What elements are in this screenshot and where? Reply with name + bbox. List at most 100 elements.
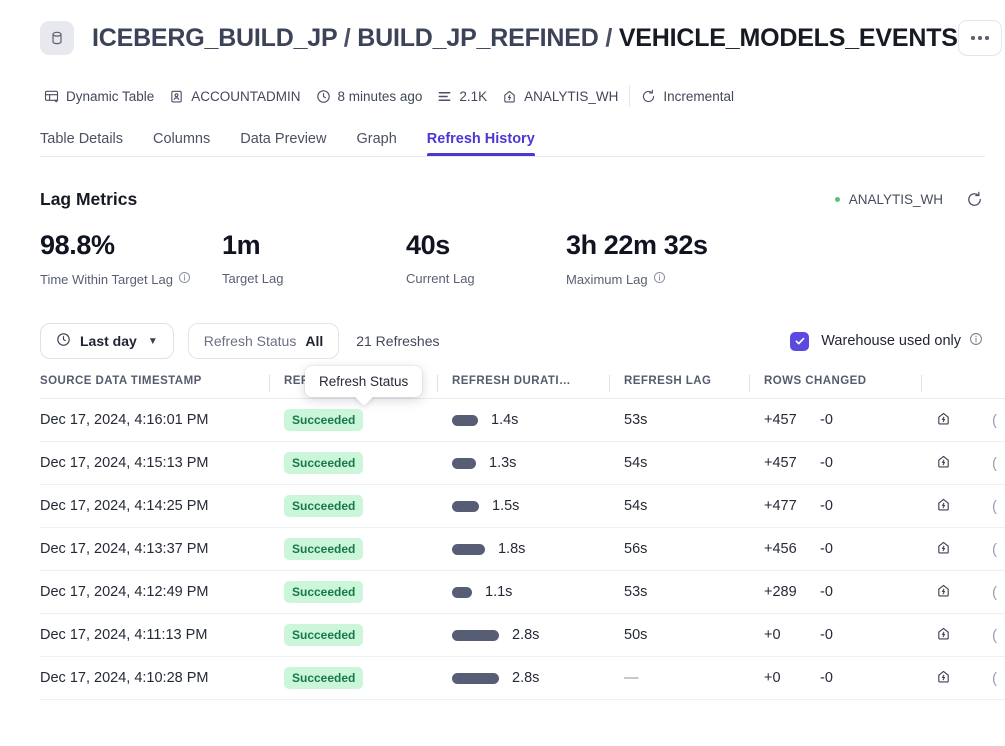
rows-removed: -0	[820, 584, 833, 600]
cell-warehouse-icon	[936, 570, 992, 614]
warehouse-icon	[936, 627, 951, 645]
rows-added: +289	[764, 584, 797, 600]
refresh-status-tooltip: Refresh Status	[305, 366, 423, 397]
rows-removed: -0	[820, 541, 833, 557]
metric-label: Current Lag	[406, 271, 566, 286]
refresh-icon[interactable]	[966, 191, 983, 208]
duration-value: 1.4s	[491, 412, 519, 428]
cell-refresh-lag: 56s	[624, 527, 764, 571]
column-header-label: REFRESH LAG	[624, 375, 712, 387]
column-header-rows-changed[interactable]: ROWS CHANGED	[764, 375, 936, 399]
refresh-status-filter-label: Refresh Status	[203, 333, 297, 349]
table-row[interactable]: Dec 17, 2024, 4:15:13 PM Succeeded 1.3s 54s…	[40, 441, 1005, 485]
metric-label-text: Maximum Lag	[566, 271, 648, 287]
rows-added: +457	[764, 412, 797, 428]
refresh-status-filter[interactable]: Refresh Status All	[187, 323, 340, 359]
tab-columns[interactable]: Columns	[153, 131, 210, 156]
cell-refresh-lag: —	[624, 656, 764, 700]
column-header-overflow[interactable]	[992, 375, 1005, 399]
chip-row-count: 2.1K	[433, 84, 498, 109]
status-badge: Succeeded	[284, 495, 364, 517]
column-divider	[921, 375, 922, 392]
cell-overflow: (	[992, 527, 1005, 571]
cell-refresh-lag: 54s	[624, 484, 764, 528]
rows-removed: -0	[820, 412, 833, 428]
status-badge: Succeeded	[284, 409, 364, 431]
table-row[interactable]: Dec 17, 2024, 4:16:01 PM Succeeded 1.4s 53s…	[40, 398, 1005, 442]
role-badge-icon	[169, 89, 184, 104]
duration-value: 1.8s	[498, 541, 526, 557]
metric-label: Maximum Lag	[566, 271, 708, 287]
table-row[interactable]: Dec 17, 2024, 4:12:49 PM Succeeded 1.1s 53s…	[40, 570, 1005, 614]
kebab-dot	[985, 36, 989, 40]
cell-timestamp: Dec 17, 2024, 4:15:13 PM	[40, 441, 284, 485]
info-icon[interactable]	[178, 271, 191, 287]
table-row[interactable]: Dec 17, 2024, 4:13:37 PM Succeeded 1.8s 56s…	[40, 527, 1005, 571]
rows-added: +0	[764, 627, 781, 643]
table-row[interactable]: Dec 17, 2024, 4:14:25 PM Succeeded 1.5s 54s…	[40, 484, 1005, 528]
tab-table-details[interactable]: Table Details	[40, 131, 123, 156]
table-row[interactable]: Dec 17, 2024, 4:11:13 PM Succeeded 2.8s 50s…	[40, 613, 1005, 657]
column-header-label: ROWS CHANGED	[764, 375, 867, 387]
duration-value: 2.8s	[512, 627, 540, 643]
cell-duration: 2.8s	[452, 613, 624, 657]
duration-value: 1.5s	[492, 498, 520, 514]
chip-label: Dynamic Table	[66, 88, 155, 104]
cell-duration: 1.1s	[452, 570, 624, 614]
metric-label-text: Current Lag	[406, 271, 475, 286]
warehouse-icon	[936, 412, 951, 430]
tab-graph[interactable]: Graph	[356, 131, 396, 156]
column-divider	[437, 375, 438, 392]
cell-overflow: (	[992, 484, 1005, 528]
cell-timestamp: Dec 17, 2024, 4:12:49 PM	[40, 570, 284, 614]
rows-added: +456	[764, 541, 797, 557]
cell-status: Succeeded	[284, 441, 452, 485]
cell-status: Succeeded	[284, 613, 452, 657]
time-range-label: Last day	[80, 333, 137, 349]
chip-label: 2.1K	[459, 88, 488, 104]
cell-warehouse-icon	[936, 484, 992, 528]
column-divider	[749, 375, 750, 392]
lag-metrics-header: Lag Metrics ANALYTIS_WH	[0, 189, 1005, 210]
dynamic-table-icon	[44, 89, 59, 104]
tab-label: Data Preview	[240, 131, 327, 147]
chip-dynamic-table: Dynamic Table	[40, 84, 165, 109]
table-row[interactable]: Dec 17, 2024, 4:10:28 PM Succeeded 2.8s — +0…	[40, 656, 1005, 700]
cell-overflow: (	[992, 613, 1005, 657]
info-icon[interactable]	[969, 332, 983, 350]
breadcrumb-separator-1: /	[598, 23, 619, 52]
metadata-chips: Dynamic Table ACCOUNTADMIN 8 minutes ago	[0, 76, 1005, 116]
kebab-dot	[971, 36, 975, 40]
column-header-refresh-duration[interactable]: REFRESH DURATI…	[452, 375, 624, 399]
column-header-warehouse[interactable]	[936, 375, 992, 399]
metric-label: Target Lag	[222, 271, 406, 286]
metric-maximum-lag: 3h 22m 32s Maximum Lag	[566, 230, 708, 287]
chip-role: ACCOUNTADMIN	[165, 84, 311, 109]
info-icon[interactable]	[653, 271, 666, 287]
metric-target-lag: 1m Target Lag	[222, 230, 406, 287]
time-range-button[interactable]: Last day ▼	[40, 323, 174, 359]
cell-warehouse-icon	[936, 398, 992, 442]
cell-rows-changed: +289 -0	[764, 570, 936, 614]
column-header-source-data-timestamp[interactable]: SOURCE DATA TIMESTAMP	[40, 375, 284, 399]
cell-overflow: (	[992, 570, 1005, 614]
rows-added: +477	[764, 498, 797, 514]
more-actions-button[interactable]	[957, 20, 1002, 56]
cell-warehouse-icon	[936, 656, 992, 700]
warehouse-icon	[936, 498, 951, 516]
table-body: Dec 17, 2024, 4:16:01 PM Succeeded 1.4s 53s…	[40, 398, 1005, 700]
status-badge: Succeeded	[284, 624, 364, 646]
status-badge: Succeeded	[284, 538, 364, 560]
column-header-refresh-lag[interactable]: REFRESH LAG	[624, 375, 764, 399]
cell-timestamp: Dec 17, 2024, 4:13:37 PM	[40, 527, 284, 571]
database-icon	[40, 21, 74, 55]
metric-label-text: Time Within Target Lag	[40, 271, 173, 287]
cell-refresh-lag: 53s	[624, 398, 764, 442]
cell-warehouse-icon	[936, 613, 992, 657]
warehouse-used-only-checkbox[interactable]	[790, 331, 810, 351]
rows-removed: -0	[820, 627, 833, 643]
cell-refresh-lag: 50s	[624, 613, 764, 657]
cell-status: Succeeded	[284, 527, 452, 571]
tab-refresh-history[interactable]: Refresh History	[426, 131, 535, 156]
tab-data-preview[interactable]: Data Preview	[240, 131, 326, 156]
